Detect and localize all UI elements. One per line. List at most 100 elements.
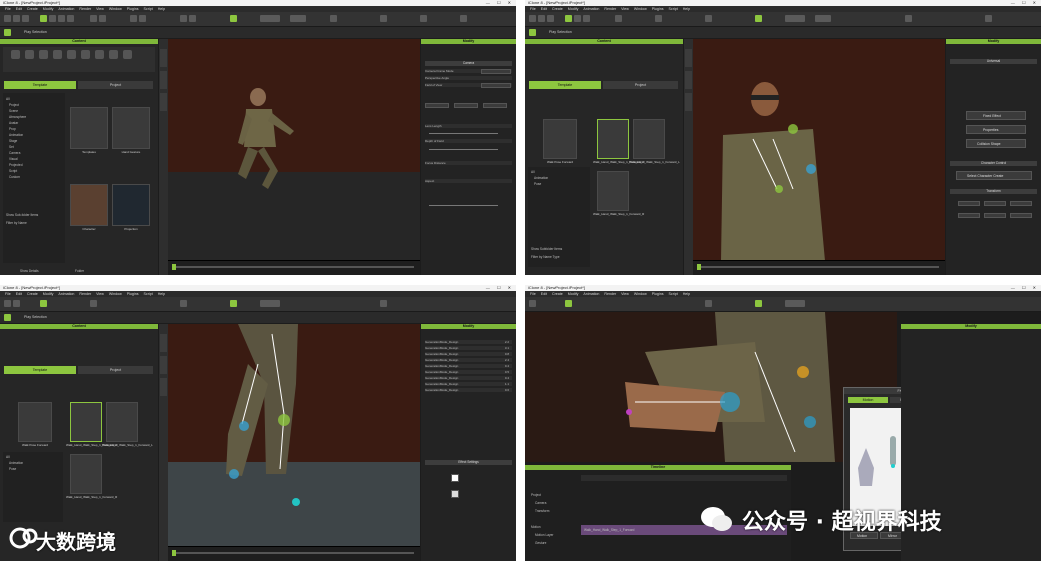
menu-modify[interactable]: Modify — [43, 7, 54, 11]
menu-help[interactable]: Help — [158, 7, 165, 11]
list-item[interactable]: GenerationMode_Design 0.4 — [425, 376, 512, 380]
section-universal[interactable]: Universal — [950, 59, 1037, 64]
quality-dropdown[interactable] — [815, 15, 831, 22]
menu-plugins[interactable]: Plugins — [652, 292, 664, 296]
menu-render[interactable]: Render — [79, 7, 91, 11]
layout-icon[interactable] — [460, 15, 467, 22]
menu-view[interactable]: View — [621, 292, 629, 296]
tree-item[interactable]: Script — [9, 169, 17, 173]
play-selection-icon[interactable] — [4, 314, 11, 321]
menu-plugins[interactable]: Plugins — [652, 7, 664, 11]
menu-render[interactable]: Render — [79, 292, 91, 296]
thumbnail-item-selected[interactable] — [70, 402, 102, 442]
play-selection-icon[interactable] — [4, 29, 11, 36]
grid-icon[interactable] — [380, 15, 387, 22]
gizmo-icon[interactable] — [755, 15, 762, 22]
atmosphere-icon[interactable] — [109, 50, 118, 59]
play-icon[interactable] — [705, 15, 712, 22]
tree-item[interactable]: Pose — [534, 182, 541, 186]
menu-file[interactable]: File — [5, 292, 11, 296]
track-label[interactable]: Camera — [535, 501, 546, 505]
menu-help[interactable]: Help — [158, 292, 165, 296]
undo-icon[interactable] — [615, 15, 622, 22]
menu-modify[interactable]: Modify — [43, 292, 54, 296]
tree-item[interactable]: Animation — [534, 176, 548, 180]
menu-help[interactable]: Help — [683, 292, 690, 296]
side-tab[interactable] — [160, 378, 167, 396]
menu-script[interactable]: Script — [669, 292, 678, 296]
tab-motion[interactable]: Motion — [848, 397, 888, 403]
list-item[interactable]: GenerationMode_Design 3.1 — [425, 346, 512, 350]
tab-project[interactable]: Project — [78, 81, 153, 89]
properties-button[interactable]: Properties — [966, 125, 1026, 134]
lens-slider[interactable] — [429, 133, 498, 134]
menu-edit[interactable]: Edit — [16, 7, 22, 11]
list-item[interactable]: GenerationMode_Design 2.4 — [425, 358, 512, 362]
thumbnail-item[interactable] — [633, 119, 665, 159]
camera-content-icon[interactable] — [81, 50, 90, 59]
select-tool-icon[interactable] — [40, 300, 47, 307]
play-icon[interactable] — [180, 15, 187, 22]
color-swatch[interactable] — [451, 490, 459, 498]
tree-item[interactable]: All — [6, 97, 10, 101]
save-icon[interactable] — [547, 15, 554, 22]
thumbnail-item[interactable] — [70, 184, 108, 226]
tree-item[interactable]: Atmosphere — [9, 115, 26, 119]
preset-button[interactable] — [483, 103, 507, 108]
tree-item[interactable]: Pose — [9, 467, 16, 471]
menu-plugins[interactable]: Plugins — [127, 7, 139, 11]
select-tool-icon[interactable] — [565, 300, 572, 307]
redo-icon[interactable] — [99, 15, 106, 22]
grid-icon[interactable] — [380, 300, 387, 307]
thumbnail-item-selected[interactable] — [597, 119, 629, 159]
menu-view[interactable]: View — [96, 292, 104, 296]
render-icon[interactable] — [330, 15, 337, 22]
side-tab[interactable] — [685, 93, 692, 111]
tree-item[interactable]: All — [6, 455, 10, 459]
menu-edit[interactable]: Edit — [541, 7, 547, 11]
menu-plugins[interactable]: Plugins — [127, 292, 139, 296]
section-character-control[interactable]: Character Control — [950, 161, 1037, 166]
transform-field[interactable] — [984, 201, 1006, 206]
menu-animation[interactable]: Animation — [58, 292, 74, 296]
gizmo-icon[interactable] — [230, 15, 237, 22]
transform-field[interactable] — [1010, 201, 1032, 206]
distance-slider[interactable] — [429, 205, 498, 206]
menu-window[interactable]: Window — [109, 292, 122, 296]
camera-icon[interactable] — [655, 15, 662, 22]
menu-create[interactable]: Create — [552, 292, 563, 296]
thumbnail-item[interactable] — [70, 454, 102, 494]
list-item[interactable]: GenerationMode_Design 0.8 — [425, 352, 512, 356]
section-effect-settings[interactable]: Effect Settings — [425, 460, 512, 465]
fixed-effect-button[interactable]: Fixed Effect — [966, 111, 1026, 120]
transform-field[interactable] — [984, 213, 1006, 218]
thumbnail-item[interactable] — [106, 402, 138, 442]
thumbnail-item[interactable] — [112, 107, 150, 149]
track-label[interactable]: Motion Layer — [535, 533, 553, 537]
stop-icon[interactable] — [189, 15, 196, 22]
tab-project[interactable]: Project — [78, 366, 153, 374]
color-swatch[interactable] — [451, 474, 459, 482]
play-selection-icon[interactable] — [529, 29, 536, 36]
menu-create[interactable]: Create — [552, 7, 563, 11]
rotate-tool-icon[interactable] — [583, 15, 590, 22]
filter-by-name-checkbox[interactable]: Filter by Name — [6, 221, 27, 225]
menu-file[interactable]: File — [530, 292, 536, 296]
side-tab[interactable] — [685, 71, 692, 89]
menu-script[interactable]: Script — [669, 7, 678, 11]
tab-template[interactable]: Template — [4, 81, 76, 89]
menu-modify[interactable]: Modify — [568, 292, 579, 296]
tree-item[interactable]: All — [531, 170, 535, 174]
3d-viewport[interactable] — [525, 312, 897, 462]
thumbnail-item[interactable] — [112, 184, 150, 226]
timeline-bar[interactable] — [168, 260, 420, 275]
select-tool-icon[interactable] — [40, 15, 47, 22]
quality-dropdown[interactable] — [290, 15, 306, 22]
menu-window[interactable]: Window — [634, 292, 647, 296]
menu-edit[interactable]: Edit — [541, 292, 547, 296]
camera-select-dropdown[interactable] — [785, 15, 805, 22]
show-subfolder-checkbox[interactable]: Show Sub-folder Items — [6, 213, 38, 217]
open-icon[interactable] — [13, 300, 20, 307]
prop-icon[interactable] — [53, 50, 62, 59]
transform-field[interactable] — [958, 213, 980, 218]
